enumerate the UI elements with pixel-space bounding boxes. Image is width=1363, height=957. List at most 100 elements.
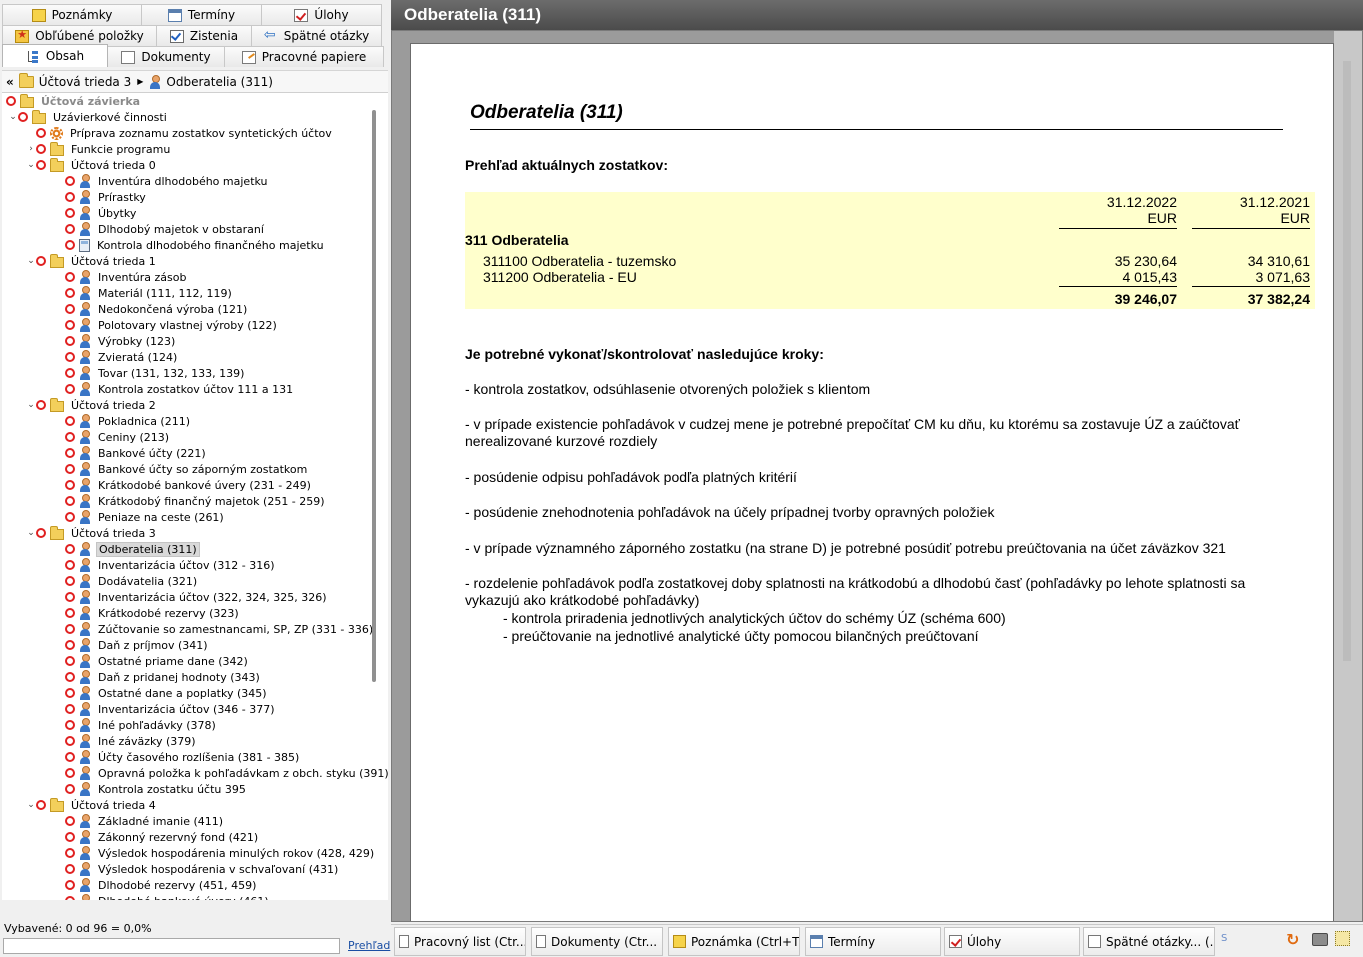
expander-icon[interactable]: ⌄ xyxy=(26,160,36,170)
status-circle-icon[interactable] xyxy=(65,544,75,554)
status-circle-icon[interactable] xyxy=(65,368,75,378)
tree-item[interactable]: Výsledok hospodárenia v schvaľovaní (431… xyxy=(45,861,340,877)
status-circle-icon[interactable] xyxy=(65,768,75,778)
expander-icon[interactable]: › xyxy=(26,144,36,154)
tree-item[interactable]: Pokladnica (211) xyxy=(45,413,192,429)
status-circle-icon[interactable] xyxy=(65,576,75,586)
expander-icon[interactable]: ⌄ xyxy=(26,528,36,538)
status-circle-icon[interactable] xyxy=(65,192,75,202)
note-button[interactable]: Poznámka (Ctrl+T) xyxy=(668,927,800,956)
tab-terminy[interactable]: Termíny xyxy=(141,4,262,25)
status-circle-icon[interactable] xyxy=(65,880,75,890)
spellcheck-icon[interactable]: S xyxy=(1221,933,1227,944)
status-circle-icon[interactable] xyxy=(65,848,75,858)
refresh-icon[interactable]: ↻ xyxy=(1286,930,1299,949)
status-circle-icon[interactable] xyxy=(36,256,46,266)
status-circle-icon[interactable] xyxy=(6,96,16,106)
tree-item[interactable]: Výrobky (123) xyxy=(45,333,177,349)
tree-item[interactable]: Inventúra dlhodobého majetku xyxy=(45,173,270,189)
status-circle-icon[interactable] xyxy=(65,416,75,426)
tree-item[interactable]: Inventarizácia účtov (346 - 377) xyxy=(45,701,277,717)
status-circle-icon[interactable] xyxy=(65,640,75,650)
spatne-otazky-button[interactable]: Spätné otázky... (... xyxy=(1083,927,1215,956)
status-circle-icon[interactable] xyxy=(65,704,75,714)
tree-item[interactable]: Ostatné dane a poplatky (345) xyxy=(45,685,269,701)
status-circle-icon[interactable] xyxy=(65,656,75,666)
ulohy-button[interactable]: Úlohy xyxy=(944,927,1080,956)
tree-item[interactable]: Ceniny (213) xyxy=(45,429,171,445)
tab-pracovne-papiere[interactable]: Pracovné papiere xyxy=(224,46,384,67)
status-circle-icon[interactable] xyxy=(36,400,46,410)
status-circle-icon[interactable] xyxy=(36,528,46,538)
tree-item[interactable]: Dlhodobé rezervy (451, 459) xyxy=(45,877,258,893)
tab-spatne-otazky[interactable]: Spätné otázky xyxy=(251,25,382,46)
tab-poznamky[interactable]: Poznámky xyxy=(2,4,142,25)
tree-item[interactable]: Krátkodobé rezervy (323) xyxy=(45,605,241,621)
status-circle-icon[interactable] xyxy=(65,224,75,234)
worksheet-button[interactable]: Pracovný list (Ctr... xyxy=(394,927,526,956)
status-circle-icon[interactable] xyxy=(65,288,75,298)
expander-icon[interactable]: ⌄ xyxy=(8,112,18,122)
status-circle-icon[interactable] xyxy=(65,352,75,362)
status-circle-icon[interactable] xyxy=(65,608,75,618)
tree-item[interactable]: Inventúra zásob xyxy=(45,269,188,285)
tree-item[interactable]: Zúčtovanie so zamestnancami, SP, ZP (331… xyxy=(45,621,375,637)
print-icon[interactable] xyxy=(1312,933,1328,946)
tree-item[interactable]: Úbytky xyxy=(45,205,138,221)
status-circle-icon[interactable] xyxy=(65,176,75,186)
tree-scrollbar[interactable] xyxy=(370,108,378,900)
expander-icon[interactable]: ⌄ xyxy=(26,400,36,410)
tree-item[interactable]: Kontrola zostatku účtu 395 xyxy=(45,781,248,797)
status-circle-icon[interactable] xyxy=(65,464,75,474)
tree-item[interactable]: Dodávatelia (321) xyxy=(45,573,199,589)
tab-zistenia[interactable]: Zistenia xyxy=(156,25,252,46)
status-circle-icon[interactable] xyxy=(65,752,75,762)
documents-button[interactable]: Dokumenty (Ctr... xyxy=(531,927,663,956)
breadcrumb-back-button[interactable]: « xyxy=(6,75,14,89)
prehlad-link[interactable]: Prehľad xyxy=(348,939,390,952)
status-circle-icon[interactable] xyxy=(65,560,75,570)
tree-item[interactable]: ⌄ Účtová trieda 2 xyxy=(26,397,158,413)
tree-item[interactable]: ⌄ Účtová trieda 0 xyxy=(26,157,158,173)
tree-item[interactable]: ⌄ Uzávierkové činnosti xyxy=(8,109,169,125)
tree-item[interactable]: ⌄ Účtová trieda 1 xyxy=(26,253,158,269)
tree-item[interactable]: Krátkodobé bankové úvery (231 - 249) xyxy=(45,477,313,493)
status-circle-icon[interactable] xyxy=(65,688,75,698)
tree-item[interactable]: Inventarizácia účtov (322, 324, 325, 326… xyxy=(45,589,329,605)
status-circle-icon[interactable] xyxy=(65,448,75,458)
tree-item[interactable]: Iné pohľadávky (378) xyxy=(45,717,218,733)
status-circle-icon[interactable] xyxy=(36,128,46,138)
status-circle-icon[interactable] xyxy=(65,592,75,602)
tree-item[interactable]: Kontrola dlhodobého finančného majetku xyxy=(45,237,326,253)
tree-item[interactable]: Základné imanie (411) xyxy=(45,813,225,829)
tree-item[interactable]: Tovar (131, 132, 133, 139) xyxy=(45,365,246,381)
tree-item[interactable]: Ostatné priame dane (342) xyxy=(45,653,250,669)
status-circle-icon[interactable] xyxy=(65,832,75,842)
status-circle-icon[interactable] xyxy=(65,240,75,250)
scrollbar-thumb[interactable] xyxy=(372,110,376,682)
settings-icon[interactable] xyxy=(1335,931,1350,946)
tree-item[interactable]: Účtová závierka xyxy=(6,93,142,109)
scrollbar-thumb[interactable] xyxy=(1343,61,1351,661)
status-circle-icon[interactable] xyxy=(65,512,75,522)
tree-item[interactable]: Príprava zoznamu zostatkov syntetických … xyxy=(26,125,334,141)
tree-item[interactable]: Prírastky xyxy=(45,189,148,205)
expander-icon[interactable]: ⌄ xyxy=(26,256,36,266)
tree-item[interactable]: ⌄ Účtová trieda 3 xyxy=(26,525,158,541)
filter-input[interactable] xyxy=(3,938,340,954)
tree-item[interactable]: Opravná položka k pohľadávkam z obch. st… xyxy=(45,765,388,781)
status-circle-icon[interactable] xyxy=(65,272,75,282)
terminy-button[interactable]: Termíny xyxy=(805,927,941,956)
tree-item[interactable]: Kontrola zostatkov účtov 111 a 131 xyxy=(45,381,295,397)
status-circle-icon[interactable] xyxy=(18,112,28,122)
breadcrumb-parent[interactable]: Účtová trieda 3 xyxy=(39,75,131,89)
status-circle-icon[interactable] xyxy=(65,320,75,330)
status-circle-icon[interactable] xyxy=(65,480,75,490)
tree-item[interactable]: Daň z pridanej hodnoty (343) xyxy=(45,669,262,685)
tree-item[interactable]: Krátkodobý finančný majetok (251 - 259) xyxy=(45,493,327,509)
tree-item[interactable]: Inventarizácia účtov (312 - 316) xyxy=(45,557,277,573)
status-circle-icon[interactable] xyxy=(65,896,75,900)
status-circle-icon[interactable] xyxy=(65,496,75,506)
tree-item[interactable]: Bankové účty so záporným zostatkom xyxy=(45,461,309,477)
tree-item[interactable]: Účty časového rozlíšenia (381 - 385) xyxy=(45,749,301,765)
